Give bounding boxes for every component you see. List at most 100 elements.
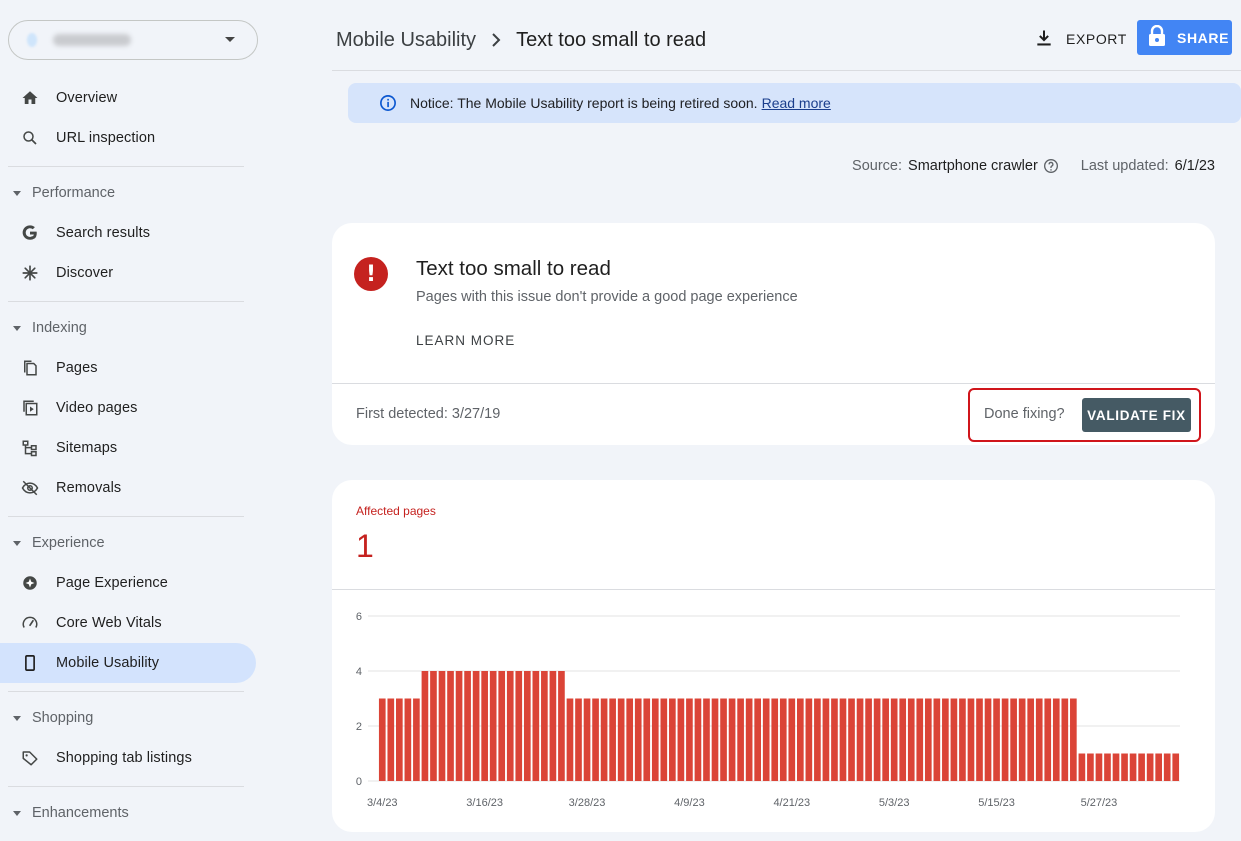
chart-bar: [1061, 698, 1069, 781]
chart-bar: [916, 698, 924, 781]
sidebar-item-pages[interactable]: Pages: [0, 348, 256, 388]
header-divider: [332, 70, 1241, 71]
property-name-redacted: [53, 34, 131, 46]
chart-bar: [387, 698, 395, 781]
chart-bar: [1070, 698, 1077, 781]
sidebar-section-label: Enhancements: [32, 805, 129, 821]
page-title: Text too small to read: [516, 28, 707, 51]
chart-bar: [942, 698, 949, 781]
chart-bar: [464, 671, 471, 781]
chart-bar: [882, 698, 889, 781]
chart-bar: [498, 671, 506, 781]
chart-bar: [396, 698, 403, 781]
sidebar-item-mobile-usability[interactable]: Mobile Usability: [0, 643, 256, 683]
chart-bar: [924, 698, 932, 781]
chart-bar: [506, 671, 514, 781]
chart-bar: [1138, 753, 1145, 781]
chart-bar: [1035, 698, 1043, 781]
done-fixing-label: Done fixing?: [984, 406, 1065, 422]
chart-bar: [651, 698, 659, 781]
chart-bar: [523, 671, 531, 781]
chart-bar: [848, 698, 855, 781]
chart-bar: [950, 698, 958, 781]
chart-bar: [1044, 698, 1052, 781]
x-tick-label: 5/3/23: [879, 797, 910, 809]
chart-bar: [907, 698, 915, 781]
eye-off-icon: [20, 478, 40, 498]
sidebar-item-core-web-vitals[interactable]: Core Web Vitals: [0, 603, 256, 643]
chart-bar: [1078, 753, 1086, 781]
sidebar-item-video-pages[interactable]: Video pages: [0, 388, 256, 428]
sidebar-item-url-inspection[interactable]: URL inspection: [0, 118, 256, 158]
sidebar-item-removals[interactable]: Removals: [0, 468, 256, 508]
chart-bar: [558, 671, 565, 781]
chart-bar: [959, 698, 966, 781]
chart-bar: [831, 698, 838, 781]
chart-bar: [873, 698, 881, 781]
chart-bar: [805, 698, 813, 781]
sidebar-item-label: Overview: [56, 90, 118, 106]
last-updated-label: Last updated:: [1080, 158, 1169, 174]
chart-bar: [1018, 698, 1026, 781]
chart-bar: [660, 698, 668, 781]
chart-bar: [1095, 753, 1103, 781]
chart-bar: [694, 698, 702, 781]
sidebar-item-search-results[interactable]: Search results: [0, 213, 256, 253]
chart-bar: [711, 698, 719, 781]
chart-bar: [1155, 753, 1162, 781]
read-more-link[interactable]: Read more: [762, 95, 831, 111]
sidebar-item-shopping-tab-listings[interactable]: Shopping tab listings: [0, 738, 256, 778]
sidebar: Overview URL inspection Performance Sear…: [0, 0, 266, 841]
sidebar-item-page-experience[interactable]: Page Experience: [0, 563, 256, 603]
chart-bar: [703, 698, 710, 781]
share-button[interactable]: SHARE: [1137, 20, 1232, 55]
validate-fix-button[interactable]: VALIDATE FIX: [1082, 398, 1191, 432]
home-icon: [20, 88, 40, 108]
search-icon: [20, 128, 40, 148]
sidebar-section-label: Shopping: [32, 710, 94, 726]
y-tick-label: 6: [356, 611, 362, 623]
sidebar-item-label: Shopping tab listings: [56, 750, 192, 766]
help-icon[interactable]: [1043, 158, 1059, 174]
sidebar-item-overview[interactable]: Overview: [0, 78, 256, 118]
x-tick-label: 5/27/23: [1081, 797, 1118, 809]
x-tick-label: 3/4/23: [367, 797, 398, 809]
chart-bar: [1112, 753, 1120, 781]
sidebar-section-label: Performance: [32, 185, 116, 201]
sidebar-item-sitemaps[interactable]: Sitemaps: [0, 428, 256, 468]
sidebar-item-discover[interactable]: Discover: [0, 253, 256, 293]
source-label: Source:: [852, 158, 903, 174]
chart-bar: [720, 698, 727, 781]
property-selector[interactable]: [8, 20, 258, 60]
chart-bar: [472, 671, 480, 781]
tag-icon: [20, 748, 40, 768]
error-icon: !: [354, 257, 388, 291]
chart-bar: [745, 698, 753, 781]
chart-bar: [592, 698, 599, 781]
learn-more-button[interactable]: LEARN MORE: [416, 333, 515, 348]
chart-bar: [779, 698, 787, 781]
breadcrumb-parent[interactable]: Mobile Usability: [336, 29, 476, 52]
chart-card: Affected pages 1 0 2 4 6 3/4/23 3/16/23 3/28/2…: [332, 480, 1215, 832]
chart-bar: [643, 698, 651, 781]
chart-bar: [899, 698, 907, 781]
chart-bar: [566, 698, 574, 781]
sidebar-item-label: URL inspection: [56, 130, 156, 146]
chart-bar: [890, 698, 898, 781]
chart-bar: [1001, 698, 1009, 781]
affected-pages-chart[interactable]: 0 2 4 6 3/4/23 3/16/23 3/28/23 4/9/23 4/21/23 5/3…: [332, 590, 1215, 820]
x-tick-label: 5/15/23: [978, 797, 1015, 809]
chart-bar: [797, 698, 804, 781]
x-tick-label: 4/9/23: [674, 797, 705, 809]
chart-bar: [378, 698, 386, 781]
chart-bar: [865, 698, 872, 781]
chart-bar: [430, 671, 437, 781]
chart-bar: [1052, 698, 1060, 781]
chart-bar: [762, 698, 770, 781]
chart-bar: [788, 698, 796, 781]
sidebar-item-label: Pages: [56, 360, 98, 376]
chart-bar: [1172, 753, 1180, 781]
export-button[interactable]: EXPORT: [1034, 26, 1127, 52]
google-g-icon: [20, 223, 40, 243]
sidebar-divider: [8, 691, 244, 692]
